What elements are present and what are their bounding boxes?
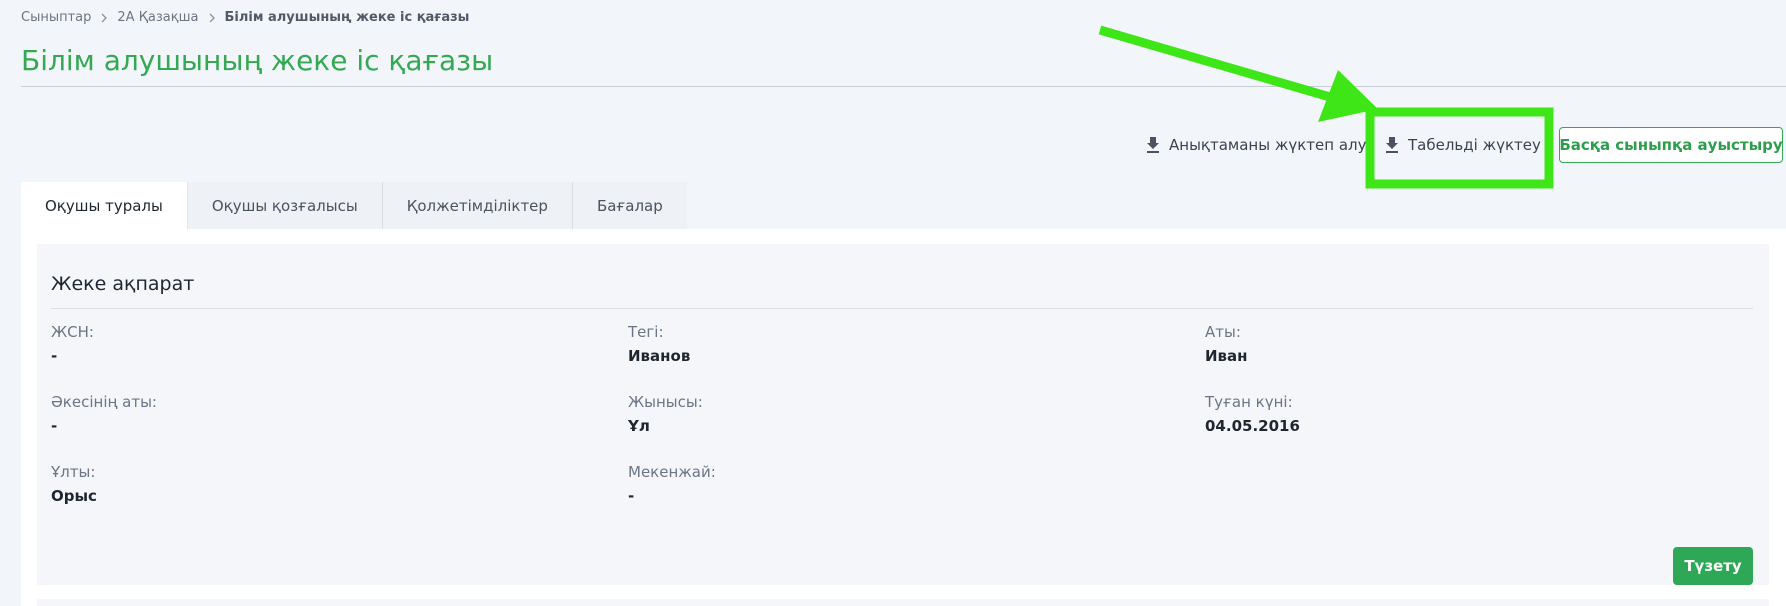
title-divider: [21, 86, 1786, 87]
edit-button[interactable]: Түзету: [1673, 547, 1753, 585]
page-title: Білім алушының жеке іс қағазы: [21, 44, 494, 77]
download-certificate-link[interactable]: Анықтаманы жүктеп алу: [1145, 131, 1366, 159]
annotation-arrow-head: [1318, 70, 1378, 122]
download-icon: [1386, 137, 1398, 153]
field-label: Ұлты:: [51, 463, 96, 481]
field-value: -: [628, 487, 635, 505]
field-label: Мекенжай:: [628, 463, 716, 481]
field-surname: Тегі: Иванов: [628, 323, 690, 365]
download-certificate-label: Анықтаманы жүктеп алу: [1169, 136, 1367, 154]
field-label: Жынысы:: [628, 393, 703, 411]
chevron-right-icon: [209, 13, 215, 22]
field-value: Ұл: [628, 417, 650, 435]
download-tabel-label: Табельді жүктеу: [1408, 136, 1541, 154]
field-nationality: Ұлты: Орыс: [51, 463, 97, 505]
transfer-class-button[interactable]: Басқа сыныпқа ауыстыру: [1559, 127, 1783, 163]
download-tabel-link[interactable]: Табельді жүктеу: [1384, 131, 1541, 159]
field-value: Иван: [1205, 347, 1248, 365]
tab-grades[interactable]: Бағалар: [572, 182, 687, 230]
field-birthdate: Туған күні: 04.05.2016: [1205, 393, 1300, 435]
tab-about-student[interactable]: Оқушы туралы: [21, 182, 188, 230]
field-value: -: [51, 417, 58, 435]
card-divider: [51, 308, 1753, 309]
breadcrumb-item-class[interactable]: 2А Қазақша: [117, 10, 198, 25]
field-label: Туған күні:: [1205, 393, 1293, 411]
field-label: Әкесінің аты:: [51, 393, 157, 411]
field-patronymic: Әкесінің аты: -: [51, 393, 157, 435]
next-card: [37, 599, 1769, 606]
tab-bar: Оқушы туралы Оқушы қозғалысы Қолжетімділ…: [21, 182, 687, 230]
field-value: Орыс: [51, 487, 97, 505]
tab-access[interactable]: Қолжетімділіктер: [382, 182, 573, 230]
breadcrumb-item-current: Білім алушының жеке іс қағазы: [224, 10, 470, 25]
field-name: Аты: Иван: [1205, 323, 1248, 365]
field-value: -: [51, 347, 58, 365]
chevron-right-icon: [101, 13, 108, 22]
personal-info-title: Жеке ақпарат: [51, 273, 195, 295]
breadcrumb: Сыныптар 2А Қазақша Білім алушының жеке …: [21, 10, 469, 25]
field-label: Аты:: [1205, 323, 1241, 341]
tab-panel: Жеке ақпарат ЖСН: - Тегі: Иванов Аты: Ив…: [21, 229, 1786, 606]
field-address: Мекенжай: -: [628, 463, 716, 505]
breadcrumb-item-classes[interactable]: Сыныптар: [21, 10, 91, 25]
field-label: ЖСН:: [51, 323, 94, 341]
field-value: 04.05.2016: [1205, 417, 1300, 435]
download-icon: [1147, 137, 1159, 153]
personal-info-card: Жеке ақпарат ЖСН: - Тегі: Иванов Аты: Ив…: [37, 244, 1769, 585]
field-gender: Жынысы: Ұл: [628, 393, 703, 435]
field-iin: ЖСН: -: [51, 323, 94, 365]
field-value: Иванов: [628, 347, 691, 365]
tab-student-movement[interactable]: Оқушы қозғалысы: [187, 182, 383, 230]
field-label: Тегі:: [628, 323, 664, 341]
